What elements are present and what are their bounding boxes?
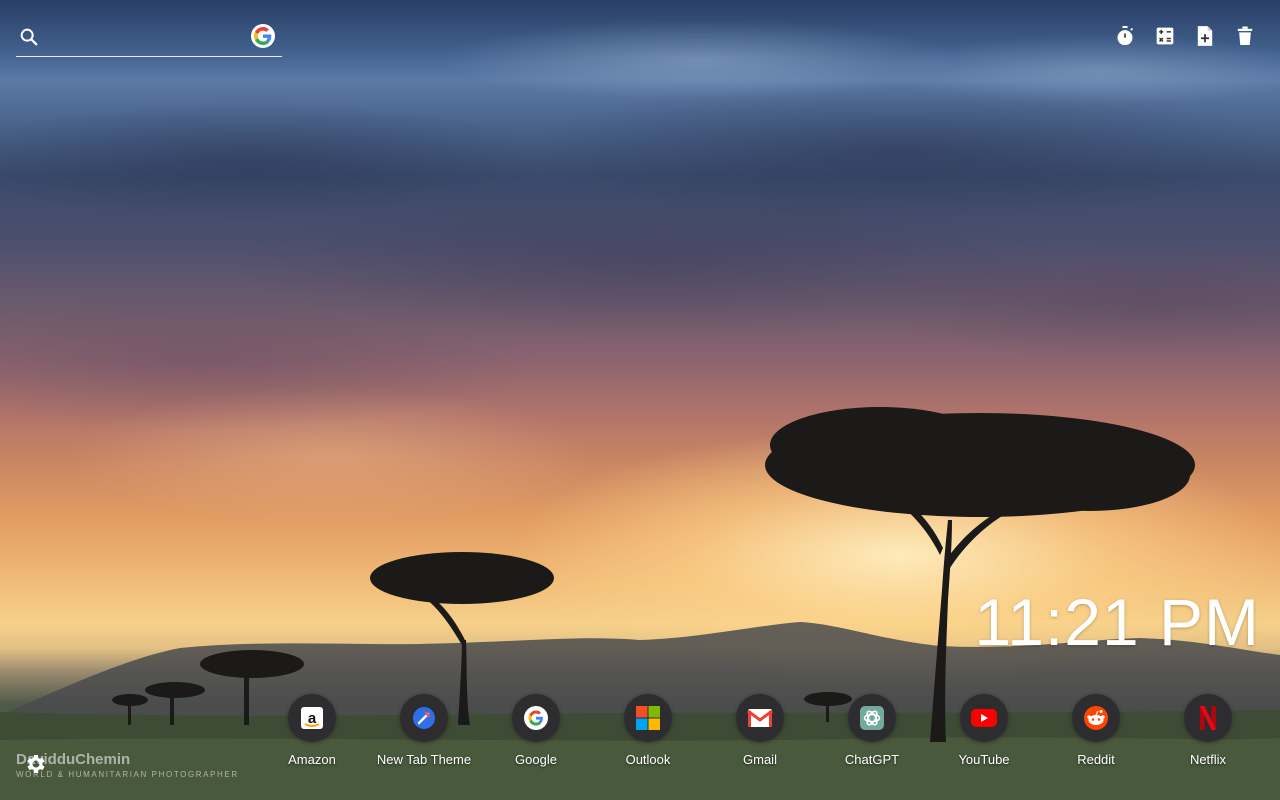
shortcut-label: Google	[515, 752, 557, 767]
shortcut-label: Amazon	[288, 752, 336, 767]
amazon-icon: a	[288, 694, 336, 742]
gear-icon[interactable]	[24, 752, 48, 776]
shortcut-new-tab-theme[interactable]: New Tab Theme	[368, 694, 480, 767]
search-bar	[16, 20, 282, 57]
shortcut-netflix[interactable]: Netflix	[1152, 694, 1264, 767]
shortcut-label: Reddit	[1077, 752, 1115, 767]
shortcut-google[interactable]: Google	[480, 694, 592, 767]
stopwatch-icon[interactable]	[1114, 24, 1136, 48]
credit-subtitle: WORLD & HUMANITARIAN PHOTOGRAPHER	[16, 770, 239, 779]
clock-display: 11:21 PM	[974, 585, 1260, 659]
shortcut-chatgpt[interactable]: ChatGPT	[816, 694, 928, 767]
svg-text:a: a	[308, 710, 317, 727]
microsoft-icon	[624, 694, 672, 742]
reddit-icon	[1072, 694, 1120, 742]
search-input[interactable]	[50, 24, 244, 52]
shortcut-label: New Tab Theme	[376, 752, 472, 767]
shortcut-label: ChatGPT	[844, 752, 900, 767]
google-icon[interactable]	[251, 24, 275, 48]
credit-name: DavidduChemin	[16, 751, 131, 768]
photo-credit: DavidduChemin WORLD & HUMANITARIAN PHOTO…	[16, 751, 239, 779]
shortcut-outlook[interactable]: Outlook	[592, 694, 704, 767]
search-icon[interactable]	[18, 26, 40, 48]
gmail-icon	[736, 694, 784, 742]
shortcut-amazon[interactable]: a Amazon	[256, 694, 368, 767]
shortcuts-bar: a Amazon New Tab Theme Google Outlook Gm	[256, 694, 1280, 774]
new-tab-theme-icon	[400, 694, 448, 742]
google-icon	[512, 694, 560, 742]
note-add-icon[interactable]	[1194, 24, 1216, 48]
netflix-icon	[1184, 694, 1232, 742]
trash-icon[interactable]	[1234, 24, 1256, 48]
shortcut-label: YouTube	[958, 752, 1010, 767]
youtube-icon	[960, 694, 1008, 742]
savanna-silhouette	[0, 407, 1280, 800]
shortcut-label: Outlook	[625, 752, 671, 767]
shortcut-reddit[interactable]: Reddit	[1040, 694, 1152, 767]
shortcut-youtube[interactable]: YouTube	[928, 694, 1040, 767]
toolbar	[1114, 24, 1256, 48]
shortcut-label: Gmail	[743, 752, 777, 767]
calculator-icon[interactable]	[1154, 24, 1176, 48]
shortcut-gmail[interactable]: Gmail	[704, 694, 816, 767]
chatgpt-icon	[848, 694, 896, 742]
shortcut-label: Netflix	[1189, 752, 1227, 767]
